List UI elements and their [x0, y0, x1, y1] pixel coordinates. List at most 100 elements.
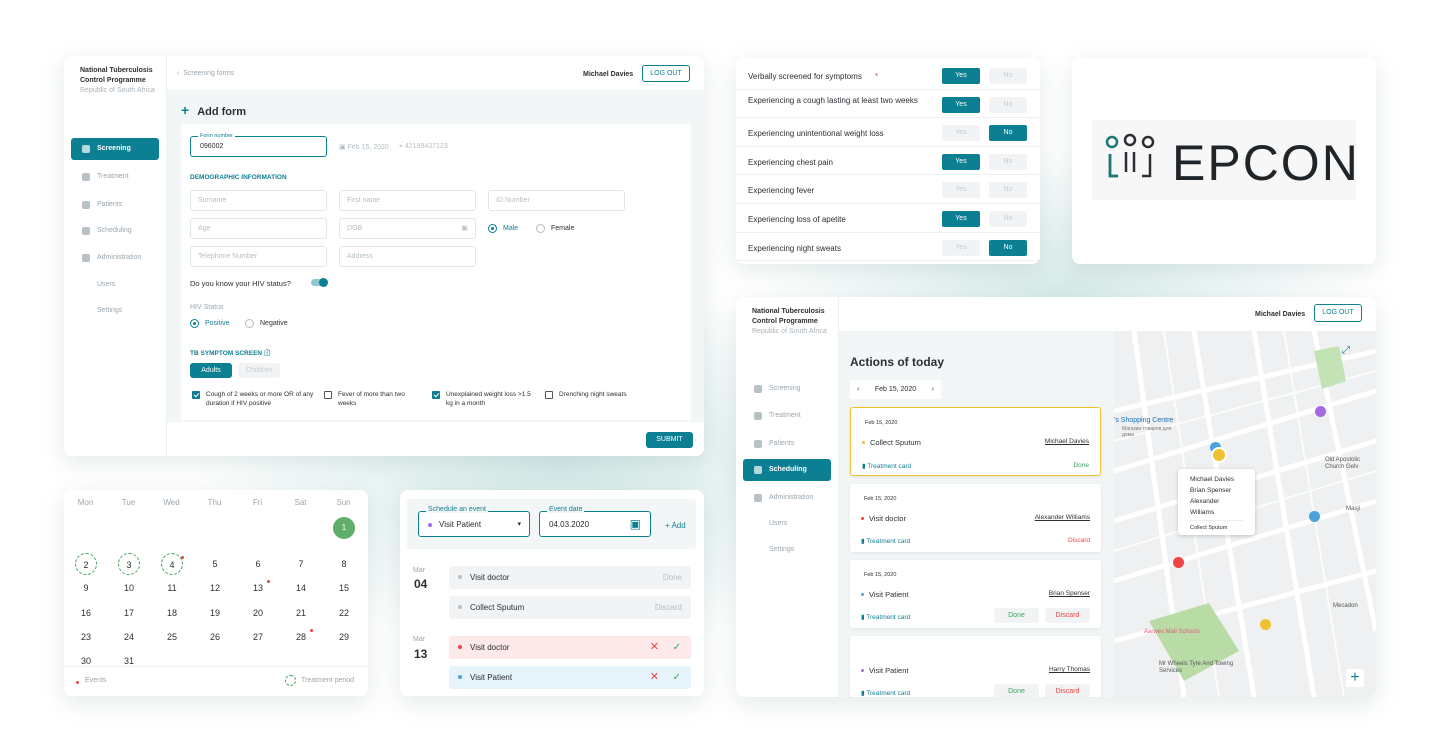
age-input[interactable]: Age: [190, 218, 327, 239]
action-card[interactable]: Feb 15, 2020 Visit doctor Alexander Will…: [850, 484, 1101, 552]
calendar-day[interactable]: 30: [75, 650, 97, 672]
calendar-day[interactable]: 23: [75, 626, 97, 648]
calendar-day[interactable]: 3: [118, 553, 140, 576]
first-name-input[interactable]: First name: [339, 190, 476, 211]
logout-button[interactable]: LOG OUT: [1314, 304, 1362, 322]
no-button[interactable]: No: [989, 211, 1027, 227]
yes-button[interactable]: Yes: [942, 96, 980, 113]
sidebar-item-users[interactable]: Users: [97, 281, 115, 288]
check-icon[interactable]: ✓: [673, 666, 681, 689]
calendar-day[interactable]: 11: [161, 577, 183, 599]
action-card[interactable]: Feb 15, 2020 Collect Sputum Michael Davi…: [850, 407, 1101, 476]
fever-checkbox[interactable]: [324, 391, 332, 399]
yes-button[interactable]: Yes: [942, 239, 980, 256]
map-pin-selected[interactable]: [1211, 447, 1227, 463]
map-pin[interactable]: [1260, 619, 1271, 630]
event-item[interactable]: Visit Patient ✕ ✓: [449, 666, 691, 689]
calendar-day[interactable]: 19: [204, 602, 226, 624]
calendar-day[interactable]: 8: [333, 553, 355, 575]
no-button[interactable]: No: [989, 239, 1027, 256]
female-radio[interactable]: [536, 224, 545, 233]
calendar-day[interactable]: 26: [204, 626, 226, 648]
close-icon[interactable]: ✕: [650, 666, 659, 689]
tab-adults[interactable]: Adults: [190, 363, 232, 378]
yes-button[interactable]: Yes: [942, 182, 980, 199]
calendar-day[interactable]: 31: [118, 650, 140, 672]
sidebar-item-settings[interactable]: Settings: [97, 307, 122, 314]
calendar-day[interactable]: 21: [290, 602, 312, 624]
negative-radio[interactable]: [245, 319, 254, 328]
id-number-input[interactable]: ID Number: [488, 190, 625, 211]
cough-checkbox[interactable]: [192, 391, 200, 399]
logout-button[interactable]: LOG OUT: [642, 65, 690, 82]
telephone-input[interactable]: Telephone Number: [190, 246, 327, 267]
date-picker[interactable]: ‹ Feb 15, 2020 ›: [850, 380, 941, 399]
map-pin[interactable]: [1173, 557, 1184, 568]
action-card[interactable]: Feb 15, 2020 Visit Patient Brian Spenser…: [850, 560, 1101, 628]
positive-radio[interactable]: [190, 319, 199, 328]
hiv-toggle[interactable]: [311, 278, 328, 287]
add-event-button[interactable]: + Add: [665, 521, 686, 530]
dob-input[interactable]: DOB ▣: [339, 218, 476, 239]
calendar-day[interactable]: 2: [75, 553, 97, 576]
calendar-day[interactable]: 15: [333, 577, 355, 599]
yes-button[interactable]: Yes: [942, 68, 980, 84]
male-radio[interactable]: [488, 224, 497, 233]
calendar-day[interactable]: 14: [290, 577, 312, 599]
yes-button[interactable]: Yes: [942, 153, 980, 170]
action-card[interactable]: Visit Patient Harry Thomas ▮ Treatment c…: [850, 636, 1101, 697]
weight-loss-checkbox[interactable]: [432, 391, 440, 399]
sidebar-item-treatment[interactable]: Treatment: [71, 166, 159, 188]
calendar-day[interactable]: 22: [333, 602, 355, 624]
event-select[interactable]: Schedule an event Visit Patient ▾: [418, 506, 530, 537]
sidebar-item-scheduling[interactable]: Scheduling: [743, 459, 831, 481]
form-number-field[interactable]: Form number 096002: [190, 133, 327, 157]
zoom-in-button[interactable]: +: [1346, 669, 1364, 687]
close-icon[interactable]: ✕: [650, 636, 659, 659]
calendar-day[interactable]: 10: [118, 577, 140, 599]
map-pin[interactable]: [1315, 406, 1326, 417]
calendar-day[interactable]: 12: [204, 577, 226, 599]
event-item[interactable]: Collect Sputum Discard: [449, 596, 691, 619]
tab-children[interactable]: Children: [238, 363, 280, 378]
no-button[interactable]: No: [989, 182, 1027, 199]
calendar-day[interactable]: 4: [161, 553, 183, 576]
done-button[interactable]: Done: [994, 684, 1039, 697]
calendar-day[interactable]: 17: [118, 602, 140, 624]
treatment-card-link[interactable]: ▮ Treatment card: [862, 462, 911, 470]
calendar-day[interactable]: 24: [118, 626, 140, 648]
calendar-day[interactable]: 1: [333, 517, 355, 539]
calendar-day[interactable]: 18: [161, 602, 183, 624]
calendar-day[interactable]: 6: [247, 553, 269, 575]
breadcrumb[interactable]: ‹ Screening forms: [177, 70, 234, 77]
calendar-day[interactable]: 7: [290, 553, 312, 575]
treatment-card-link[interactable]: ▮ Treatment card: [861, 537, 910, 545]
sidebar-item-scheduling[interactable]: Scheduling: [71, 220, 159, 242]
event-item[interactable]: Visit doctor ✕ ✓: [449, 636, 691, 659]
fullscreen-icon[interactable]: ⤢: [1342, 345, 1350, 356]
sidebar-item-screening[interactable]: Screening: [71, 138, 159, 160]
sidebar-item-patients[interactable]: Patients: [71, 194, 159, 216]
calendar-day[interactable]: 28: [290, 626, 312, 648]
address-input[interactable]: Address: [339, 246, 476, 267]
event-date-field[interactable]: Event date 04.03.2020 ▣: [539, 506, 651, 537]
sidebar-item-administration[interactable]: Administration: [71, 247, 159, 269]
no-button[interactable]: No: [989, 153, 1027, 170]
yes-button[interactable]: Yes: [942, 125, 980, 142]
night-sweats-checkbox[interactable]: [545, 391, 553, 399]
sidebar-item-users[interactable]: Users: [769, 520, 787, 527]
calendar-day[interactable]: 20: [247, 602, 269, 624]
sidebar-item-patients[interactable]: Patients: [743, 433, 831, 455]
no-button[interactable]: No: [989, 68, 1027, 84]
no-button[interactable]: No: [989, 125, 1027, 142]
done-button[interactable]: Done: [994, 608, 1039, 623]
sidebar-item-administration[interactable]: Administration: [743, 487, 831, 509]
check-icon[interactable]: ✓: [673, 636, 681, 659]
treatment-card-link[interactable]: ▮ Treatment card: [861, 689, 910, 697]
event-item[interactable]: Visit doctor Done: [449, 566, 691, 589]
calendar-day[interactable]: 27: [247, 626, 269, 648]
calendar-day[interactable]: 16: [75, 602, 97, 624]
calendar-day[interactable]: 25: [161, 626, 183, 648]
submit-button[interactable]: SUBMIT: [646, 432, 693, 448]
treatment-card-link[interactable]: ▮ Treatment card: [861, 613, 910, 621]
